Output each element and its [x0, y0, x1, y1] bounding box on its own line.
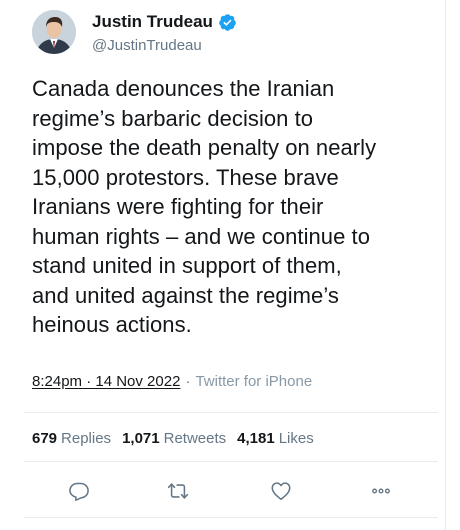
author-names: Justin Trudeau @JustinTrudeau	[92, 10, 237, 54]
source-label[interactable]: Twitter for iPhone	[195, 373, 312, 390]
handle[interactable]: @JustinTrudeau	[92, 37, 237, 54]
action-bar	[0, 478, 460, 504]
reply-button[interactable]	[66, 478, 92, 504]
tweet-header: Justin Trudeau @JustinTrudeau	[32, 6, 237, 58]
retweets-stat[interactable]: 1,071 Retweets	[122, 430, 226, 447]
avatar[interactable]	[32, 10, 76, 54]
display-name[interactable]: Justin Trudeau	[92, 12, 213, 32]
display-name-row: Justin Trudeau	[92, 10, 237, 34]
profile-photo-icon	[32, 10, 76, 54]
replies-count: 679	[32, 430, 58, 447]
reply-icon	[69, 482, 89, 501]
likes-stat[interactable]: 4,181 Likes	[237, 430, 314, 447]
timestamp-link[interactable]: 8:24pm · 14 Nov 2022	[32, 373, 180, 390]
divider	[24, 461, 438, 462]
verified-badge-icon	[219, 13, 236, 31]
divider	[24, 412, 438, 413]
like-button[interactable]	[268, 478, 294, 504]
replies-stat[interactable]: 679 Replies	[32, 430, 111, 447]
meta-separator: ·	[185, 373, 191, 390]
likes-label: Likes	[278, 430, 314, 447]
replies-label: Replies	[61, 430, 112, 447]
tweet-text: Canada denounces the Iranian regime’s ba…	[32, 76, 377, 337]
retweets-label: Retweets	[163, 430, 227, 447]
more-button[interactable]	[368, 478, 394, 504]
tweet-stats: 679 Replies 1,071 Retweets 4,181 Likes	[32, 430, 325, 447]
heart-icon	[271, 482, 291, 501]
retweet-button[interactable]	[165, 478, 191, 504]
tweet-card: Justin Trudeau @JustinTrudeau Canada den…	[0, 0, 460, 530]
card-edge	[445, 0, 446, 530]
retweets-count: 1,071	[122, 430, 160, 447]
tweet-meta: 8:24pm · 14 Nov 2022 · Twitter for iPhon…	[32, 373, 312, 390]
likes-count: 4,181	[237, 430, 275, 447]
retweet-icon	[167, 483, 189, 499]
more-icon	[372, 488, 390, 494]
divider	[24, 517, 438, 518]
